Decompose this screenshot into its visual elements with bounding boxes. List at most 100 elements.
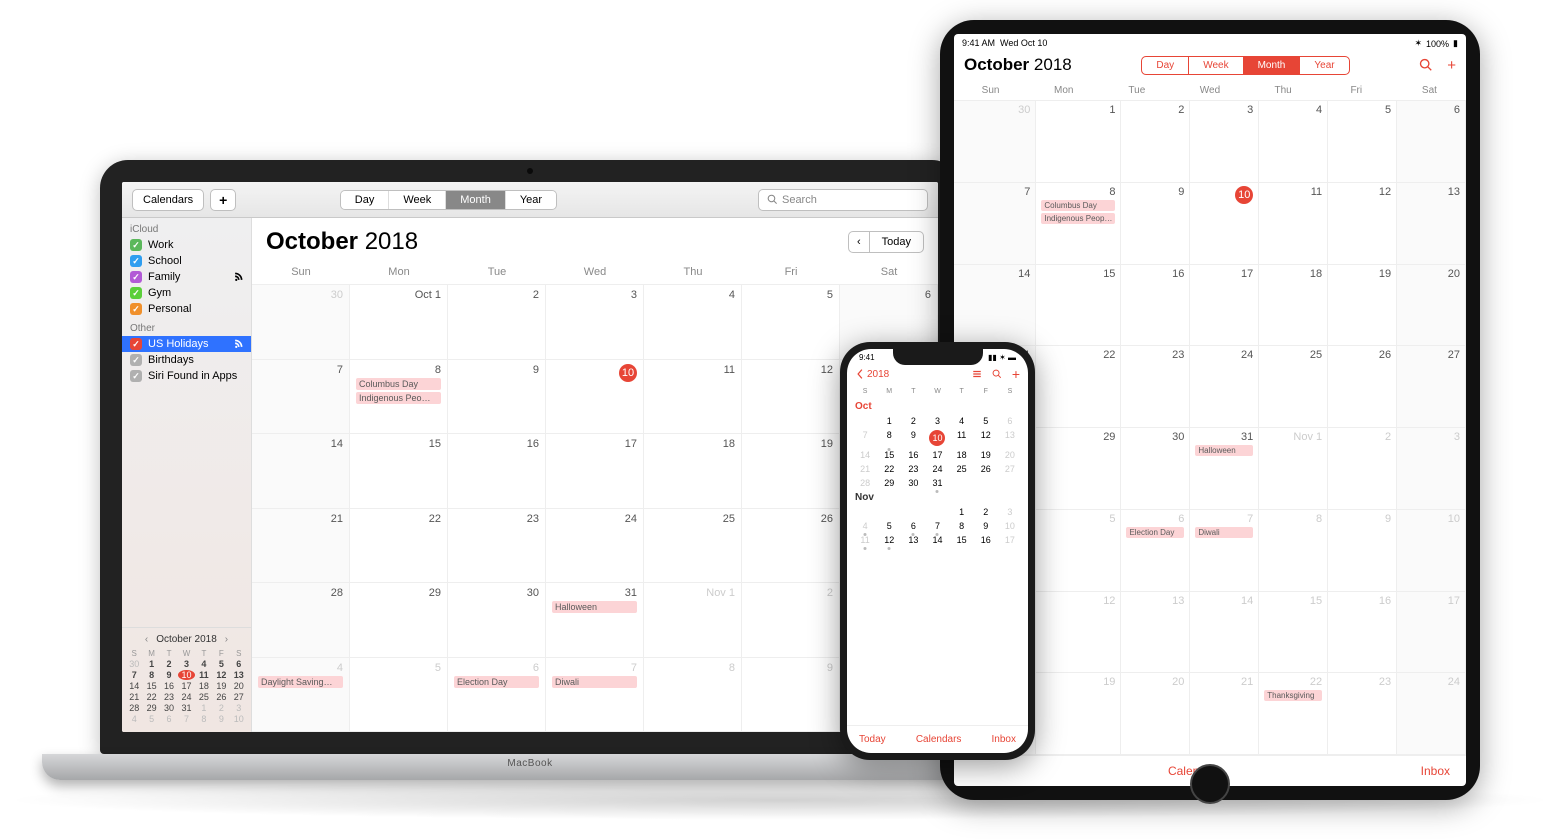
iphone-day[interactable]: 9 [901,430,925,446]
checkbox-icon[interactable]: ✓ [130,255,142,267]
day-cell[interactable]: 14 [1190,592,1259,674]
iphone-day[interactable]: 5 [877,521,901,531]
day-cell[interactable]: 7Diwali [1190,510,1259,592]
event-pill[interactable]: Indigenous Peop… [1041,213,1115,224]
day-cell[interactable]: 13 [1397,183,1466,265]
day-cell[interactable]: 7 [954,183,1036,265]
day-cell[interactable]: 4Daylight Saving… [252,658,350,733]
iphone-day[interactable]: 13 [998,430,1022,446]
day-cell[interactable]: 17 [546,434,644,509]
iphone-day[interactable] [877,507,901,517]
event-pill[interactable]: Thanksgiving [1264,690,1322,701]
day-cell[interactable]: 28 [252,583,350,658]
mini-next-button[interactable]: › [223,634,230,645]
day-cell[interactable]: 18 [1259,265,1328,347]
day-cell[interactable]: 16 [448,434,546,509]
day-cell[interactable]: 5 [742,285,840,360]
day-cell[interactable]: 10 [1190,183,1259,265]
day-cell[interactable]: 22 [1036,346,1121,428]
day-cell[interactable]: 8Columbus DayIndigenous Peo… [350,360,448,435]
mini-day[interactable]: 12 [213,670,229,680]
day-cell[interactable]: Nov 1 [1259,428,1328,510]
mini-day[interactable]: 2 [161,659,177,669]
iphone-day[interactable] [925,507,949,517]
iphone-day[interactable]: 27 [998,464,1022,474]
day-cell[interactable]: 16 [1328,592,1397,674]
mini-day[interactable]: 24 [178,692,194,702]
view-day[interactable]: Day [341,191,390,209]
mini-day[interactable]: 2 [213,703,229,713]
calendars-button[interactable]: Calendars [132,189,204,211]
iphone-day[interactable]: 17 [925,450,949,460]
day-cell[interactable]: 6Election Day [448,658,546,733]
iphone-day[interactable]: 1 [877,416,901,426]
iphone-day[interactable]: 2 [974,507,998,517]
checkbox-icon[interactable]: ✓ [130,303,142,315]
iphone-day[interactable]: 29 [877,478,901,488]
mini-day[interactable]: 15 [143,681,159,691]
iphone-day[interactable]: 16 [974,535,998,545]
day-cell[interactable]: 29 [350,583,448,658]
mini-day[interactable]: 16 [161,681,177,691]
event-pill[interactable]: Election Day [454,676,539,688]
mini-day[interactable]: 17 [178,681,194,691]
mini-day[interactable]: 27 [231,692,247,702]
day-cell[interactable]: 21 [1190,673,1259,755]
day-cell[interactable]: 12 [742,360,840,435]
sidebar-calendar-birthdays[interactable]: ✓Birthdays [122,352,251,368]
iphone-day[interactable]: 30 [901,478,925,488]
mini-day[interactable]: 26 [213,692,229,702]
sidebar-calendar-school[interactable]: ✓School [122,253,251,269]
add-event-button[interactable]: + [1447,57,1456,74]
event-pill[interactable]: Diwali [552,676,637,688]
mini-day[interactable]: 6 [231,659,247,669]
event-pill[interactable]: Columbus Day [1041,200,1115,211]
iphone-day[interactable]: 9 [974,521,998,531]
mini-day[interactable]: 8 [143,670,159,680]
mini-day[interactable]: 7 [126,670,142,680]
iphone-inbox-button[interactable]: Inbox [992,734,1016,745]
mini-day[interactable]: 29 [143,703,159,713]
day-cell[interactable]: 14 [954,265,1036,347]
day-cell[interactable]: 26 [742,509,840,584]
iphone-day[interactable]: 26 [974,464,998,474]
day-cell[interactable]: 4 [1259,101,1328,183]
mini-prev-button[interactable]: ‹ [143,634,150,645]
day-cell[interactable]: 12 [1328,183,1397,265]
search-input[interactable]: Search [758,189,928,211]
iphone-day[interactable]: 10 [929,430,945,446]
day-cell[interactable]: 30 [252,285,350,360]
mini-day[interactable]: 9 [213,714,229,724]
iphone-day[interactable]: 21 [853,464,877,474]
day-cell[interactable]: 2 [1121,101,1190,183]
day-cell[interactable]: 19 [1328,265,1397,347]
day-cell[interactable]: 16 [1121,265,1190,347]
sidebar-calendar-family[interactable]: ✓Family [122,269,251,285]
iphone-day[interactable]: 24 [925,464,949,474]
day-cell[interactable]: 7Diwali [546,658,644,733]
iphone-day[interactable]: 11 [853,535,877,545]
day-cell[interactable]: 6Election Day [1121,510,1190,592]
mini-day[interactable]: 28 [126,703,142,713]
search-icon[interactable] [1419,58,1433,72]
day-cell[interactable]: 27 [1397,346,1466,428]
day-cell[interactable]: 23 [448,509,546,584]
iphone-day[interactable]: 22 [877,464,901,474]
mini-day[interactable]: 7 [178,714,194,724]
iphone-day[interactable] [901,507,925,517]
iphone-day[interactable]: 11 [950,430,974,446]
day-cell[interactable]: 10 [1397,510,1466,592]
event-pill[interactable]: Daylight Saving… [258,676,343,688]
day-cell[interactable]: 24 [546,509,644,584]
sidebar-calendar-us-holidays[interactable]: ✓US Holidays [122,336,251,352]
day-cell[interactable]: 23 [1328,673,1397,755]
day-cell[interactable]: 12 [1036,592,1121,674]
iphone-day[interactable]: 28 [853,478,877,488]
iphone-day[interactable]: 13 [901,535,925,545]
day-cell[interactable]: Oct 1 [350,285,448,360]
day-cell[interactable]: 24 [1190,346,1259,428]
iphone-day[interactable]: 12 [974,430,998,446]
sidebar-calendar-personal[interactable]: ✓Personal [122,301,251,317]
search-icon[interactable] [992,369,1002,379]
mini-day[interactable]: 5 [143,714,159,724]
